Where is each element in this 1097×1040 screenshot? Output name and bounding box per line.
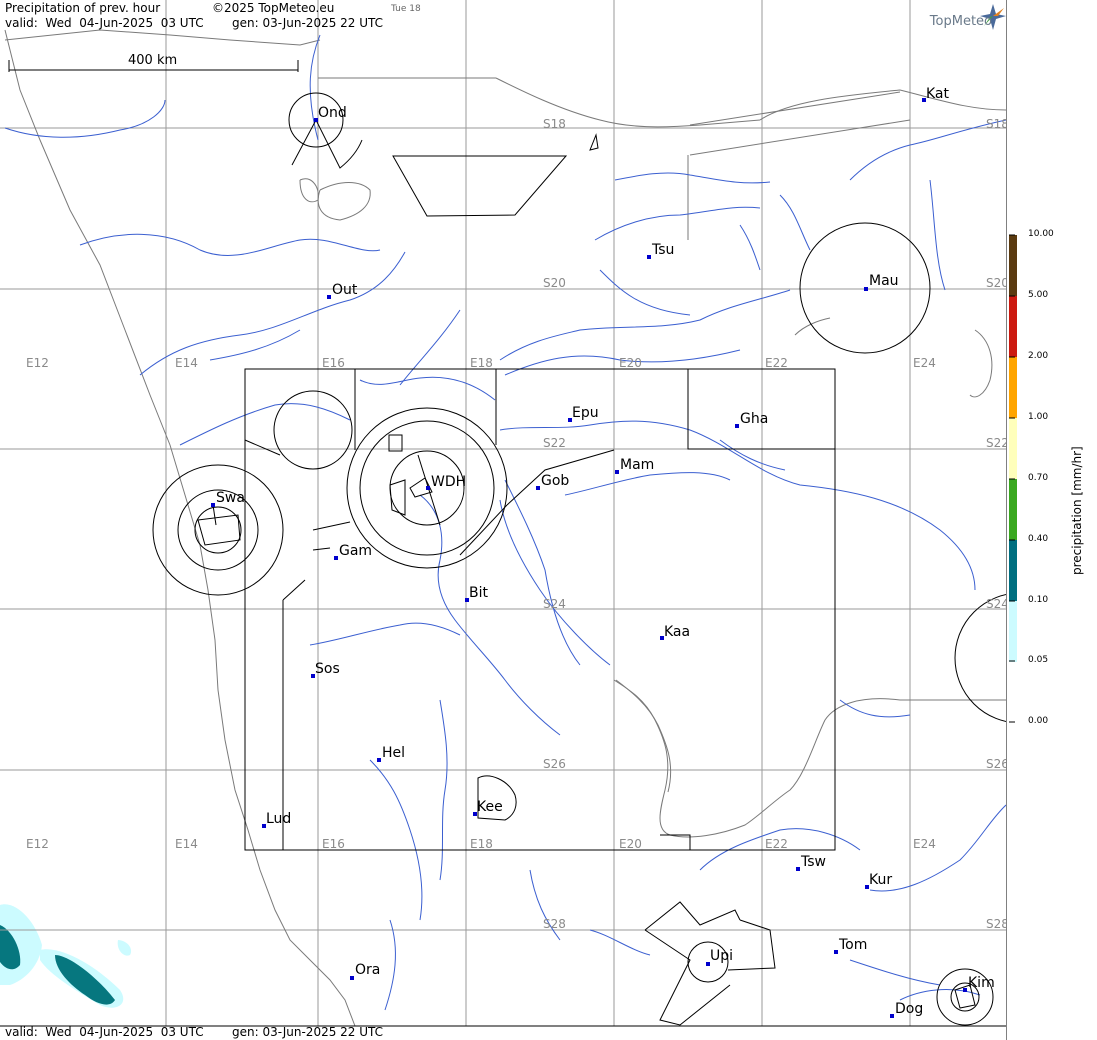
lat-label: S20 <box>986 276 1006 290</box>
legend-tick-label: 10.00 <box>1028 229 1054 239</box>
station-label: Tsw <box>800 854 826 870</box>
station-label: Mam <box>620 457 654 473</box>
lon-label: E14 <box>175 356 198 370</box>
station-label: Mau <box>869 273 899 289</box>
lon-label: E12 <box>26 356 49 370</box>
station-label: Gob <box>541 473 569 489</box>
legend-color-segment <box>1009 540 1017 601</box>
station-marker <box>834 950 838 954</box>
lon-label: E22 <box>765 837 788 851</box>
station-marker <box>615 470 619 474</box>
gen-time: gen: 03-Jun-2025 22 UTC <box>232 16 384 30</box>
lon-label: E16 <box>322 837 345 851</box>
copyright-text: ©2025 TopMeteo.eu <box>212 1 335 15</box>
lon-label: E14 <box>175 837 198 851</box>
lon-label: E12 <box>26 837 49 851</box>
legend-tick-label: 0.10 <box>1028 595 1049 605</box>
legend-color-bar <box>1009 235 1017 662</box>
lat-label: S28 <box>986 917 1006 931</box>
station-marker <box>647 255 651 259</box>
legend-tick-label: 5.00 <box>1028 290 1049 300</box>
station-marker <box>796 867 800 871</box>
lat-label: S18 <box>986 117 1006 131</box>
legend-tick-label: 2.00 <box>1028 351 1049 361</box>
map-title: Precipitation of prev. hour <box>5 1 161 15</box>
weather-map: 400 km E12 E14 E16 E18 E20 E22 E24 E12 E… <box>0 0 1006 1040</box>
station-label: Gam <box>339 543 372 559</box>
station-marker <box>211 503 215 507</box>
legend-tick-label: 0.70 <box>1028 473 1049 483</box>
legend-tick-label: 0.05 <box>1028 655 1049 665</box>
lat-label: S22 <box>986 436 1006 450</box>
lon-label: E24 <box>913 837 936 851</box>
station-label: WDH <box>431 474 466 490</box>
station-label: Swa <box>216 490 245 506</box>
lat-label: S28 <box>543 917 566 931</box>
station-marker <box>327 295 331 299</box>
lon-label: E20 <box>619 837 642 851</box>
station-label: Epu <box>572 405 599 421</box>
station-label: Lud <box>266 811 291 827</box>
lon-label: E24 <box>913 356 936 370</box>
lat-label: S18 <box>543 117 566 131</box>
station-label: Kur <box>869 872 892 888</box>
station-label: Bit <box>469 585 488 601</box>
legend-color-segment <box>1009 235 1017 296</box>
footer-valid-time: valid: Wed 04-Jun-2025 03 UTC <box>5 1025 204 1039</box>
station-label: Ora <box>355 962 380 978</box>
lat-label: S26 <box>543 757 566 771</box>
brand-name: TopMeteo <box>929 14 992 29</box>
legend-tick-label: 1.00 <box>1028 412 1049 422</box>
station-label: Ond <box>318 105 347 121</box>
station-label: Kaa <box>664 624 690 640</box>
station-label: Kat <box>926 86 950 102</box>
legend-color-segment <box>1009 357 1017 418</box>
lat-label: S22 <box>543 436 566 450</box>
station-marker <box>864 287 868 291</box>
lon-label: E22 <box>765 356 788 370</box>
valid-time: valid: Wed 04-Jun-2025 03 UTC <box>5 16 204 30</box>
legend-color-segment <box>1009 479 1017 540</box>
lat-label: S24 <box>543 597 566 611</box>
station-label: Gha <box>740 411 768 427</box>
station-label: Dog <box>895 1001 923 1017</box>
station-label: Upi <box>710 948 733 964</box>
legend-tick-label: 0.40 <box>1028 534 1049 544</box>
legend-color-segment <box>1009 296 1017 357</box>
legend-color-segment <box>1009 418 1017 479</box>
lat-label: S24 <box>986 597 1006 611</box>
day-label: Tue 18 <box>391 4 421 14</box>
station-marker <box>350 976 354 980</box>
station-label: Kee <box>477 799 503 815</box>
station-marker <box>536 486 540 490</box>
station-marker <box>334 556 338 560</box>
station-label: Tom <box>838 937 867 953</box>
lon-label: E20 <box>619 356 642 370</box>
legend-tick-label: 0.00 <box>1028 716 1049 726</box>
footer-gen-time: gen: 03-Jun-2025 22 UTC <box>232 1025 384 1039</box>
station-marker <box>963 988 967 992</box>
lon-label: E18 <box>470 837 493 851</box>
station-marker <box>890 1014 894 1018</box>
scale-bar-label: 400 km <box>128 53 177 68</box>
station-marker <box>377 758 381 762</box>
station-label: Sos <box>315 661 340 677</box>
station-label: Kim <box>968 975 995 991</box>
station-label: Hel <box>382 745 405 761</box>
legend-color-segment <box>1009 601 1017 662</box>
legend-title: precipitation [mm/hr] <box>1070 446 1084 575</box>
station-marker <box>735 424 739 428</box>
station-marker <box>426 486 430 490</box>
lat-label: S26 <box>986 757 1006 771</box>
lon-label: E18 <box>470 356 493 370</box>
lon-label: E16 <box>322 356 345 370</box>
station-label: Out <box>332 282 358 298</box>
station-label: Tsu <box>651 242 674 258</box>
lat-label: S20 <box>543 276 566 290</box>
